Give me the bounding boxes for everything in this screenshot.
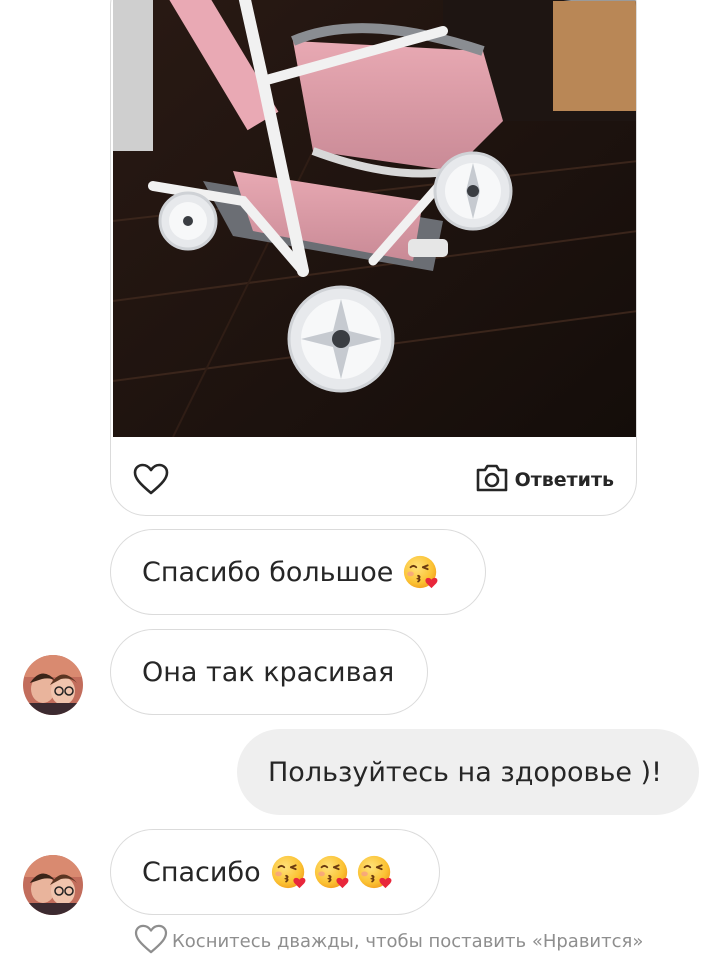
sender-avatar[interactable] [23, 855, 83, 915]
reply-button[interactable]: Ответить [475, 463, 614, 498]
kissing-face-emoji-icon [402, 553, 440, 591]
message-bubble-incoming[interactable]: Она так красивая [110, 629, 428, 715]
kissing-face-emoji-icon [313, 853, 351, 891]
stroller-image [113, 0, 636, 437]
hint-text: Коснитесь дважды, чтобы поставить «Нрави… [172, 930, 644, 952]
double-tap-like-hint: Коснитесь дважды, чтобы поставить «Нрави… [134, 924, 644, 959]
message-text: Она так красивая [142, 656, 395, 688]
sender-avatar[interactable] [23, 655, 83, 715]
message-bubble-outgoing[interactable]: Пользуйтесь на здоровье )! [237, 729, 699, 815]
message-bubble-incoming[interactable]: Спасибо [110, 829, 440, 915]
kissing-face-emoji-icon [270, 853, 308, 891]
reply-label: Ответить [514, 469, 614, 491]
stroller-photo[interactable] [113, 0, 636, 437]
message-text: Спасибо [142, 856, 261, 888]
message-text: Спасибо большое [142, 556, 394, 588]
kissing-face-emoji-icon [356, 853, 394, 891]
shared-photo-card[interactable]: Ответить [110, 0, 637, 516]
heart-outline-icon [134, 924, 168, 959]
message-bubble-incoming[interactable]: Спасибо большое [110, 529, 486, 615]
photo-card-footer: Ответить [111, 437, 636, 515]
message-text: Пользуйтесь на здоровье )! [268, 756, 662, 788]
like-heart-icon[interactable] [133, 463, 169, 495]
camera-icon [475, 463, 509, 498]
